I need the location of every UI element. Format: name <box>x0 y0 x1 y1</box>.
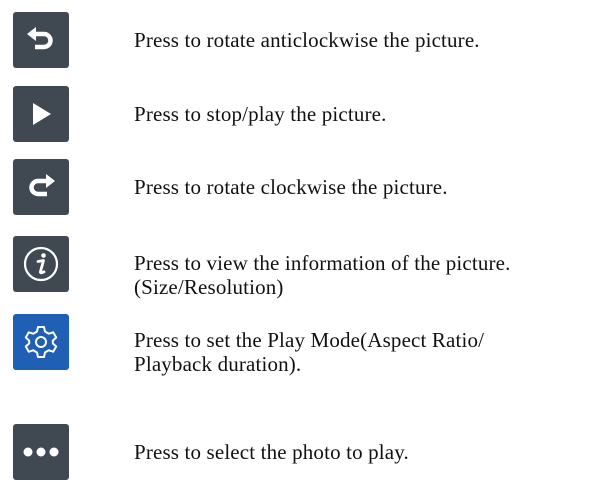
more-dots-icon <box>23 447 59 457</box>
rotate-anticlockwise-description: Press to rotate anticlockwise the pictur… <box>134 28 480 52</box>
description-line: Playback duration). <box>134 352 302 376</box>
description-line: (Size/Resolution) <box>134 275 284 299</box>
play-description: Press to stop/play the picture. <box>134 102 387 126</box>
select-photo-description: Press to select the photo to play. <box>134 440 409 464</box>
description-line: Press to view the information of the pic… <box>134 251 511 275</box>
rotate-clockwise-description: Press to rotate clockwise the picture. <box>134 175 448 199</box>
rotate-clockwise-button[interactable] <box>13 159 69 215</box>
more-button[interactable] <box>13 424 69 480</box>
rotate-clockwise-icon <box>29 174 55 197</box>
settings-button[interactable] <box>13 314 69 370</box>
play-mode-description: Press to set the Play Mode(Aspect Ratio/… <box>134 328 484 376</box>
description-line: Press to set the Play Mode(Aspect Ratio/ <box>134 328 485 352</box>
play-icon <box>33 103 51 125</box>
info-button[interactable] <box>13 236 69 292</box>
info-description: Press to view the information of the pic… <box>134 251 511 299</box>
rotate-anticlockwise-icon <box>27 27 53 50</box>
gear-icon <box>24 326 58 358</box>
description-line: Press to stop/play the picture. <box>134 102 387 126</box>
description-line: Press to select the photo to play. <box>134 440 409 464</box>
description-line: Press to rotate anticlockwise the pictur… <box>134 28 480 52</box>
description-line: Press to rotate clockwise the picture. <box>134 175 448 199</box>
rotate-anticlockwise-button[interactable] <box>13 12 69 68</box>
manual-page: { "colors": { "button_bg": "#404952", "b… <box>0 0 599 482</box>
play-button[interactable] <box>13 86 69 142</box>
info-icon <box>23 246 59 282</box>
